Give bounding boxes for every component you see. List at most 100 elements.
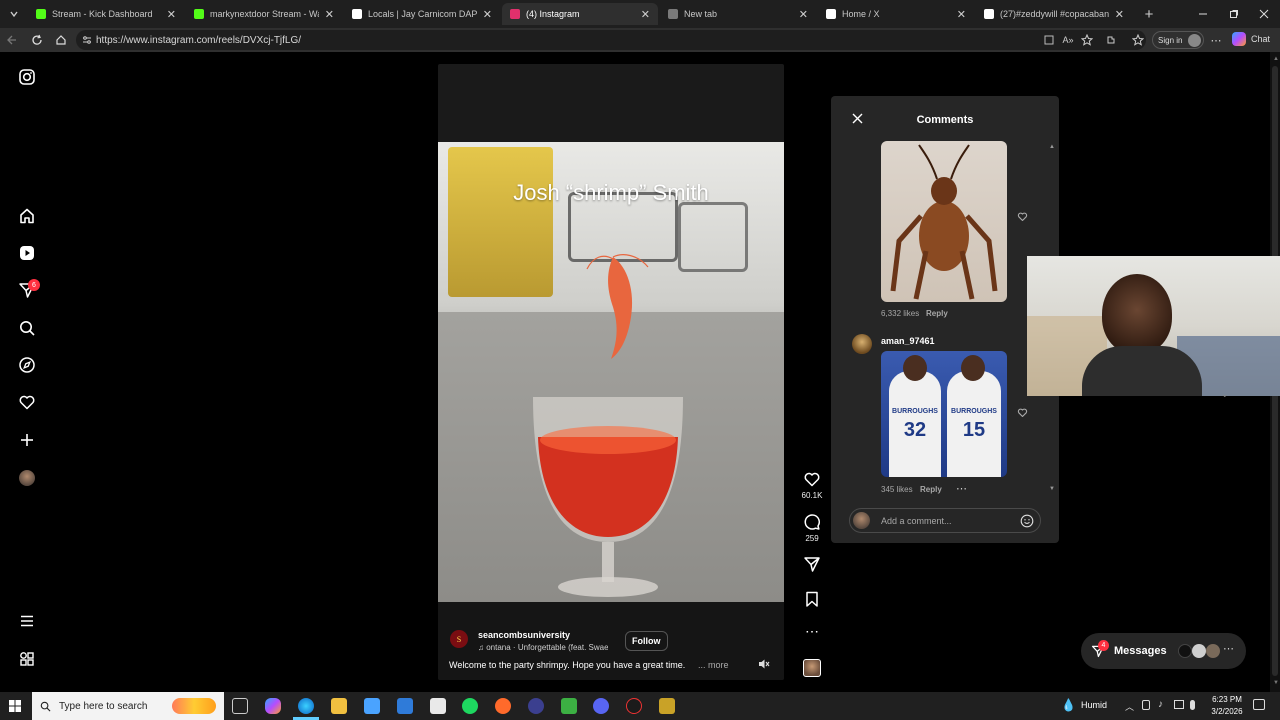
audio-track[interactable]: ♫ ontana · Unforgettable (feat. Swae <box>478 643 608 652</box>
notification-center-icon[interactable] <box>1253 699 1265 710</box>
mail-icon[interactable] <box>397 698 413 714</box>
browser-tab[interactable]: Stream - Kick Dashboard ✕ <box>28 3 184 25</box>
browser-tab[interactable]: (27)#zeddywill #copacabana | Tik ✕ <box>976 3 1132 25</box>
taskbar-time[interactable]: 6:23 PM <box>1206 695 1248 704</box>
close-tab-icon[interactable]: ✕ <box>957 8 966 21</box>
comment-reply-link[interactable]: Reply <box>926 309 948 318</box>
comments-scroll-down-icon[interactable]: ▼ <box>1049 486 1055 492</box>
share-action[interactable] <box>800 555 824 573</box>
new-tab-plus-icon[interactable]: + <box>1141 6 1157 23</box>
comment-action[interactable]: 259 <box>800 513 824 543</box>
commenter-avatar[interactable] <box>852 334 872 354</box>
follow-button[interactable]: Follow <box>625 631 668 651</box>
settings-more-icon[interactable]: ⋯ <box>1208 32 1224 48</box>
browser-tab[interactable]: Home / X ✕ <box>818 3 974 25</box>
more-menu-icon[interactable] <box>17 611 37 631</box>
comment-reply-link-2[interactable]: Reply <box>920 485 942 494</box>
browser-tab[interactable]: New tab ✕ <box>660 3 816 25</box>
save-bookmark-icon[interactable] <box>803 590 821 608</box>
browser-tab[interactable]: Locals | Jay Carnicom DAP ✕ <box>344 3 500 25</box>
comment-image-bug[interactable] <box>881 141 1007 302</box>
comment-bubble-icon[interactable] <box>803 513 821 531</box>
start-windows-icon[interactable] <box>9 700 21 712</box>
direct-messages-icon[interactable]: 6 <box>17 279 40 300</box>
discord-icon[interactable] <box>593 698 609 714</box>
edge-taskbar-icon[interactable] <box>298 698 314 714</box>
volume-icon[interactable]: ♪ <box>1158 699 1163 710</box>
author-avatar[interactable]: S <box>450 630 468 648</box>
comment-like-heart-icon-2[interactable] <box>1017 407 1028 418</box>
store-icon[interactable] <box>364 698 380 714</box>
notepad-icon[interactable] <box>430 698 446 714</box>
sign-in-button[interactable]: Sign in <box>1152 31 1204 49</box>
copilot-chat-button[interactable]: Chat <box>1232 32 1270 46</box>
app-icon-12[interactable] <box>659 698 675 714</box>
add-comment-field[interactable]: Add a comment... <box>849 508 1041 533</box>
caption-more-link[interactable]: ... more <box>698 660 729 670</box>
favorite-star-icon[interactable] <box>1079 32 1095 48</box>
tab-actions-icon[interactable] <box>6 6 22 22</box>
taskbar-search-box[interactable]: Type here to search <box>32 692 224 720</box>
taskbar-date[interactable]: 3/2/2026 <box>1206 707 1248 716</box>
copilot-taskbar-icon[interactable] <box>265 698 281 714</box>
comments-scroll-up-icon[interactable]: ▲ <box>1049 144 1055 150</box>
read-aloud-icon[interactable]: A» <box>1060 32 1076 48</box>
like-action[interactable]: 60.1K <box>800 470 824 500</box>
media-app-icon[interactable] <box>495 698 511 714</box>
audio-thumbnail-image[interactable] <box>803 659 821 677</box>
close-tab-icon[interactable]: ✕ <box>641 8 650 21</box>
refresh-icon[interactable] <box>29 32 45 48</box>
save-action[interactable] <box>800 590 824 608</box>
close-tab-icon[interactable]: ✕ <box>1115 8 1124 21</box>
back-icon[interactable] <box>4 32 20 48</box>
browser-tab[interactable]: markynextdoor Stream - Watch Li ✕ <box>186 3 342 25</box>
task-view-icon[interactable] <box>232 698 248 714</box>
notifications-heart-icon[interactable] <box>17 392 37 412</box>
messages-button[interactable]: 4 Messages ⋯ <box>1081 633 1246 669</box>
instagram-logo-icon[interactable] <box>17 67 37 87</box>
close-window-icon[interactable] <box>1256 6 1272 22</box>
home-icon[interactable] <box>17 206 37 226</box>
webcam-collapse-icon[interactable]: ⌄ <box>1221 389 1229 400</box>
microphone-icon[interactable] <box>1190 700 1195 710</box>
comment-options-icon[interactable]: ⋯ <box>956 482 967 495</box>
tray-device-icon[interactable] <box>1142 700 1150 710</box>
search-icon[interactable] <box>17 318 37 338</box>
restore-icon[interactable] <box>1226 6 1242 22</box>
emoji-icon[interactable] <box>1020 514 1034 528</box>
create-plus-icon[interactable] <box>17 430 37 450</box>
reel-player[interactable]: Josh “shrimp” Smith S seancombsuniversit… <box>438 64 784 680</box>
reel-video[interactable]: Josh “shrimp” Smith <box>438 142 784 602</box>
app-available-icon[interactable] <box>1041 32 1057 48</box>
url-field[interactable]: https://www.instagram.com/reels/DVXcj-Tj… <box>76 30 1146 50</box>
close-tab-icon[interactable]: ✕ <box>483 8 492 21</box>
site-info-icon[interactable] <box>82 35 92 45</box>
extensions-icon[interactable] <box>1103 32 1119 48</box>
weather-label[interactable]: Humid <box>1081 700 1107 710</box>
mute-icon[interactable] <box>758 657 770 675</box>
spotify-icon[interactable] <box>462 698 478 714</box>
close-tab-icon[interactable]: ✕ <box>799 8 808 21</box>
commenter-username[interactable]: aman_97461 <box>881 336 935 346</box>
minimize-icon[interactable] <box>1195 6 1211 22</box>
close-tab-icon[interactable]: ✕ <box>167 8 176 21</box>
file-explorer-icon[interactable] <box>331 698 347 714</box>
share-paper-plane-icon[interactable] <box>803 555 821 573</box>
xbox-icon[interactable] <box>561 698 577 714</box>
home-browser-icon[interactable] <box>53 32 69 48</box>
reels-icon[interactable] <box>17 243 37 263</box>
obs-icon[interactable] <box>626 698 642 714</box>
close-tab-icon[interactable]: ✕ <box>325 8 334 21</box>
tray-chevron-icon[interactable]: ︿ <box>1125 700 1134 713</box>
comment-like-heart-icon[interactable] <box>1017 211 1028 222</box>
more-options-action[interactable]: ⋯ <box>800 624 824 638</box>
app-icon-8[interactable] <box>528 698 544 714</box>
like-heart-icon[interactable] <box>803 470 821 488</box>
author-username[interactable]: seancombsuniversity <box>478 630 570 640</box>
favorites-icon[interactable] <box>1130 32 1146 48</box>
more-options-icon[interactable]: ⋯ <box>805 624 819 638</box>
network-icon[interactable] <box>1174 700 1184 709</box>
browser-tab[interactable]: (4) Instagram ✕ <box>502 3 658 25</box>
audio-thumbnail[interactable] <box>800 659 824 677</box>
explore-compass-icon[interactable] <box>17 355 37 375</box>
